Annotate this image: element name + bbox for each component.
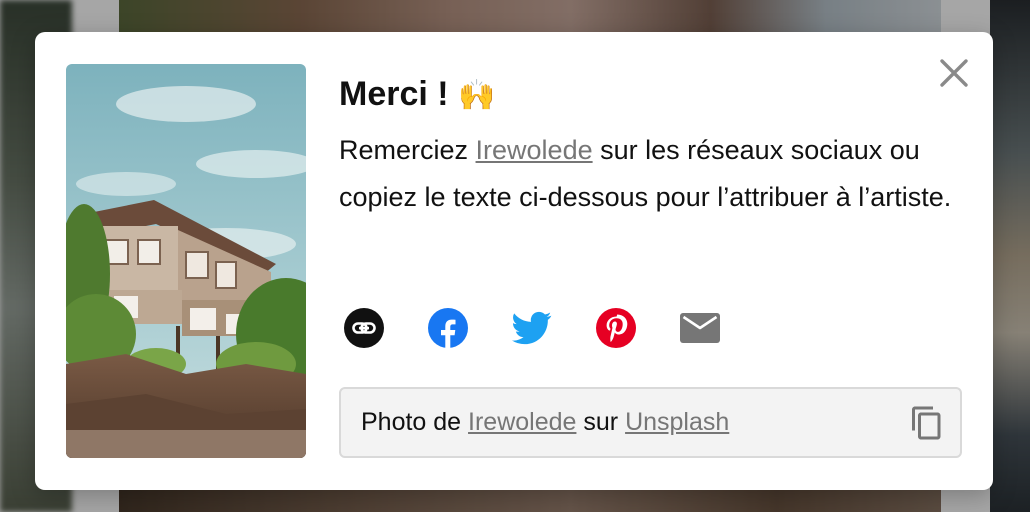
attribution-author-link[interactable]: Irewolede xyxy=(468,408,576,436)
attribution-text: Photo de Irewolede sur Unsplash xyxy=(361,389,729,456)
photo-thumbnail xyxy=(66,64,306,458)
facebook-icon xyxy=(428,308,468,348)
copy-icon xyxy=(912,406,941,440)
title-text: Merci ! xyxy=(339,75,449,113)
close-icon xyxy=(940,59,968,87)
author-link[interactable]: Irewolede xyxy=(476,135,593,165)
attribution-prefix: Photo de xyxy=(361,408,469,436)
thank-you-message: Remerciez Irewolede sur les réseaux soci… xyxy=(339,127,959,221)
twitter-icon xyxy=(512,311,552,345)
share-pinterest-button[interactable] xyxy=(596,308,636,348)
attribution-box: Photo de Irewolede sur Unsplash xyxy=(339,387,962,458)
pinterest-icon xyxy=(596,308,636,348)
close-button[interactable] xyxy=(938,57,970,89)
message-prefix: Remerciez xyxy=(339,135,476,165)
raising-hands-emoji: 🙌 xyxy=(458,78,496,113)
modal-title: Merci ! 🙌 xyxy=(339,72,495,118)
email-icon xyxy=(680,313,720,343)
attribution-middle: sur xyxy=(576,408,626,436)
copy-attribution-button[interactable] xyxy=(909,405,945,441)
share-twitter-button[interactable] xyxy=(512,308,552,348)
link-icon xyxy=(344,308,384,348)
share-email-button[interactable] xyxy=(680,308,720,348)
share-facebook-button[interactable] xyxy=(428,308,468,348)
attribution-site-link[interactable]: Unsplash xyxy=(625,408,729,436)
copy-link-button[interactable] xyxy=(344,308,384,348)
share-buttons xyxy=(344,307,720,349)
